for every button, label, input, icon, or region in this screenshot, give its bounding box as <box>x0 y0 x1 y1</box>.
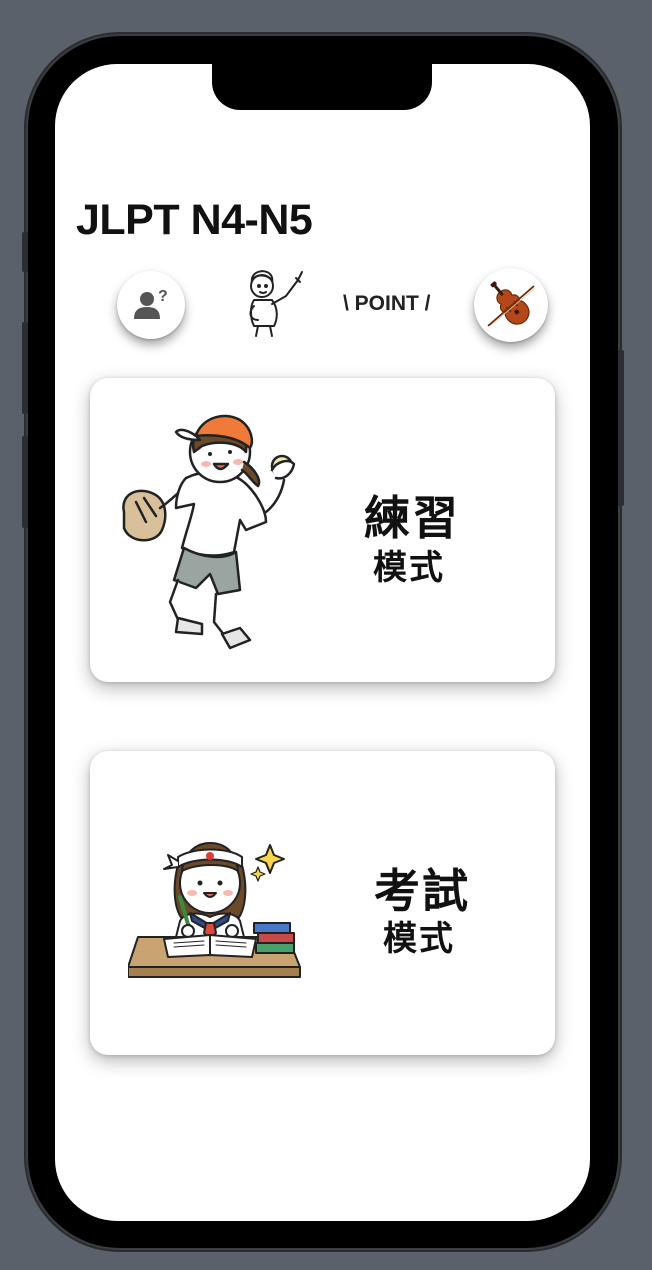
exam-subtitle: 模式 <box>383 920 455 958</box>
mascot-button[interactable] <box>240 266 312 338</box>
page-title: JLPT N4-N5 <box>76 196 313 244</box>
point-label: \ POINT / <box>343 292 431 315</box>
practice-title: 練習 <box>364 492 460 544</box>
volume-down-button <box>22 436 28 528</box>
baseball-girl-illustration <box>122 414 296 650</box>
profile-button[interactable]: ? <box>117 271 185 339</box>
volume-up-button <box>22 322 28 414</box>
studying-student-illustration <box>128 842 301 978</box>
notch <box>212 64 432 110</box>
svg-text:?: ? <box>158 288 168 305</box>
exam-mode-card[interactable]: 考試 模式 <box>90 751 555 1055</box>
pointing-boy-illustration <box>249 270 303 337</box>
practice-mode-card[interactable]: 練習 模式 <box>90 378 555 682</box>
violin-icon <box>487 281 536 327</box>
practice-subtitle: 模式 <box>373 549 445 587</box>
power-button <box>618 350 624 506</box>
user-question-icon: ? <box>134 288 168 319</box>
music-button[interactable] <box>474 268 548 342</box>
mute-switch <box>22 232 28 272</box>
